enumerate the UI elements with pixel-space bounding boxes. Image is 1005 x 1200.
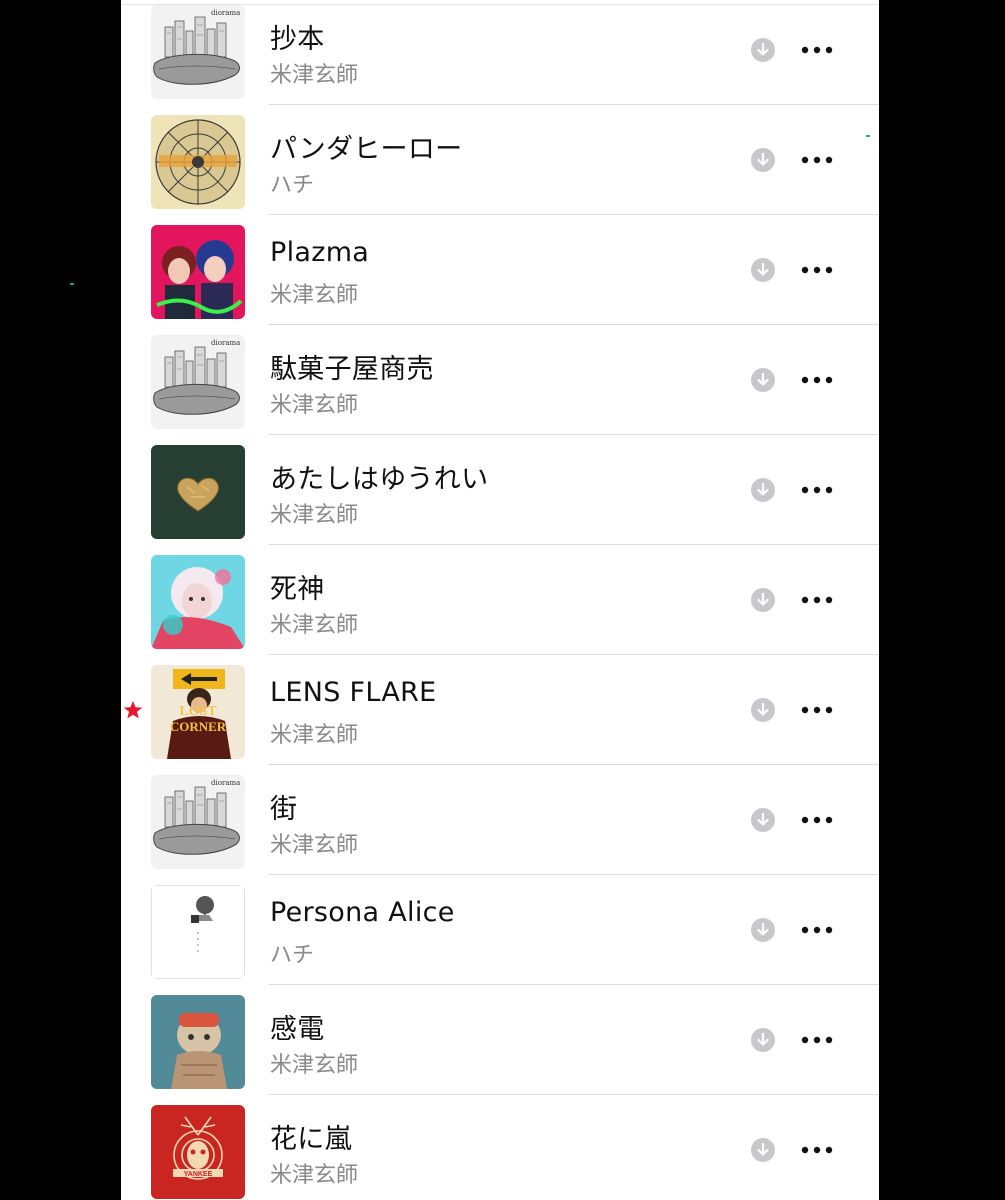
download-circle-icon[interactable]: [751, 478, 775, 502]
song-row[interactable]: 感電 米津玄師: [121, 985, 879, 1095]
song-artist: 米津玄師: [270, 503, 359, 528]
svg-text:diorama: diorama: [211, 779, 240, 787]
song-artist: 米津玄師: [270, 833, 359, 858]
song-row[interactable]: Plazma 米津玄師: [121, 215, 879, 325]
download-circle-icon[interactable]: [751, 698, 775, 722]
song-row[interactable]: LOST CORNER LENS FLARE 米津玄師: [121, 655, 879, 765]
more-ellipsis-icon[interactable]: [799, 589, 835, 611]
song-title: 感電: [270, 1014, 325, 1045]
song-list-screen: diorama 抄本 米津玄師 パンダヒーロー ハチ Plazma 米津玄師 d…: [121, 0, 879, 1200]
download-circle-icon[interactable]: [751, 258, 775, 282]
mosaic-circle-icon: [151, 115, 245, 209]
more-ellipsis-icon[interactable]: [799, 369, 835, 391]
city-whale-icon: diorama: [151, 775, 245, 869]
song-artist: 米津玄師: [270, 1053, 359, 1078]
more-ellipsis-icon[interactable]: [799, 39, 835, 61]
svg-text:diorama: diorama: [211, 339, 240, 347]
yankee-icon: YANKEE: [151, 1105, 245, 1199]
more-ellipsis-icon[interactable]: [799, 479, 835, 501]
more-ellipsis-icon[interactable]: [799, 1029, 835, 1051]
song-artist: 米津玄師: [270, 613, 359, 638]
more-ellipsis-icon[interactable]: [799, 809, 835, 831]
download-circle-icon[interactable]: [751, 148, 775, 172]
song-title: LENS FLARE: [270, 677, 437, 708]
download-circle-icon[interactable]: [751, 918, 775, 942]
song-title: 駄菓子屋商売: [270, 354, 434, 385]
more-ellipsis-icon[interactable]: [799, 1139, 835, 1161]
svg-text:CORNER: CORNER: [170, 719, 227, 734]
city-whale-icon: diorama: [151, 335, 245, 429]
song-title: 花に嵐: [270, 1124, 352, 1155]
song-artist: 米津玄師: [270, 723, 359, 748]
decorative-speck: [70, 283, 74, 285]
song-title: Plazma: [270, 237, 370, 268]
song-title: Persona Alice: [270, 897, 455, 928]
cyan-portrait-icon: [151, 555, 245, 649]
song-row[interactable]: diorama 抄本米津玄師: [121, 0, 879, 105]
more-ellipsis-icon[interactable]: [799, 699, 835, 721]
more-ellipsis-icon[interactable]: [799, 259, 835, 281]
download-circle-icon[interactable]: [751, 38, 775, 62]
song-title: あたしはゆうれい: [270, 464, 489, 495]
song-artist: 米津玄師: [270, 63, 359, 88]
svg-text:diorama: diorama: [211, 9, 240, 17]
download-circle-icon[interactable]: [751, 368, 775, 392]
gold-heart-icon: [151, 445, 245, 539]
song-title: 街: [270, 794, 298, 825]
download-circle-icon[interactable]: [751, 1028, 775, 1052]
tree-sketch-icon: [151, 885, 245, 979]
download-circle-icon[interactable]: [751, 1138, 775, 1162]
song-row[interactable]: 死神 米津玄師: [121, 545, 879, 655]
song-row[interactable]: パンダヒーロー ハチ: [121, 105, 879, 215]
song-row[interactable]: diorama 駄菓子屋商売米津玄師: [121, 325, 879, 435]
song-list: diorama 抄本 米津玄師 パンダヒーロー ハチ Plazma 米津玄師 d…: [121, 0, 879, 1200]
svg-text:LOST: LOST: [179, 704, 217, 719]
stray-sheep-icon: [151, 995, 245, 1089]
city-whale-icon: diorama: [151, 5, 245, 99]
song-row[interactable]: Persona Alice ハチ: [121, 875, 879, 985]
song-row[interactable]: YANKEE 花に嵐米津玄師: [121, 1095, 879, 1200]
song-artist: ハチ: [270, 173, 315, 198]
decorative-speck: [866, 135, 870, 137]
song-artist: 米津玄師: [270, 393, 359, 418]
anime-duo-icon: [151, 225, 245, 319]
svg-text:YANKEE: YANKEE: [184, 1171, 213, 1178]
song-title: 抄本: [270, 24, 325, 55]
song-artist: 米津玄師: [270, 1163, 359, 1188]
more-ellipsis-icon[interactable]: [799, 919, 835, 941]
song-row[interactable]: あたしはゆうれい米津玄師: [121, 435, 879, 545]
more-ellipsis-icon[interactable]: [799, 149, 835, 171]
song-artist: ハチ: [270, 943, 315, 968]
download-circle-icon[interactable]: [751, 808, 775, 832]
star-icon: [123, 701, 143, 719]
song-row[interactable]: diorama 街米津玄師: [121, 765, 879, 875]
song-artist: 米津玄師: [270, 283, 359, 308]
download-circle-icon[interactable]: [751, 588, 775, 612]
song-title: 死神: [270, 574, 325, 605]
lost-corner-icon: LOST CORNER: [151, 665, 245, 759]
song-title: パンダヒーロー: [270, 134, 463, 165]
